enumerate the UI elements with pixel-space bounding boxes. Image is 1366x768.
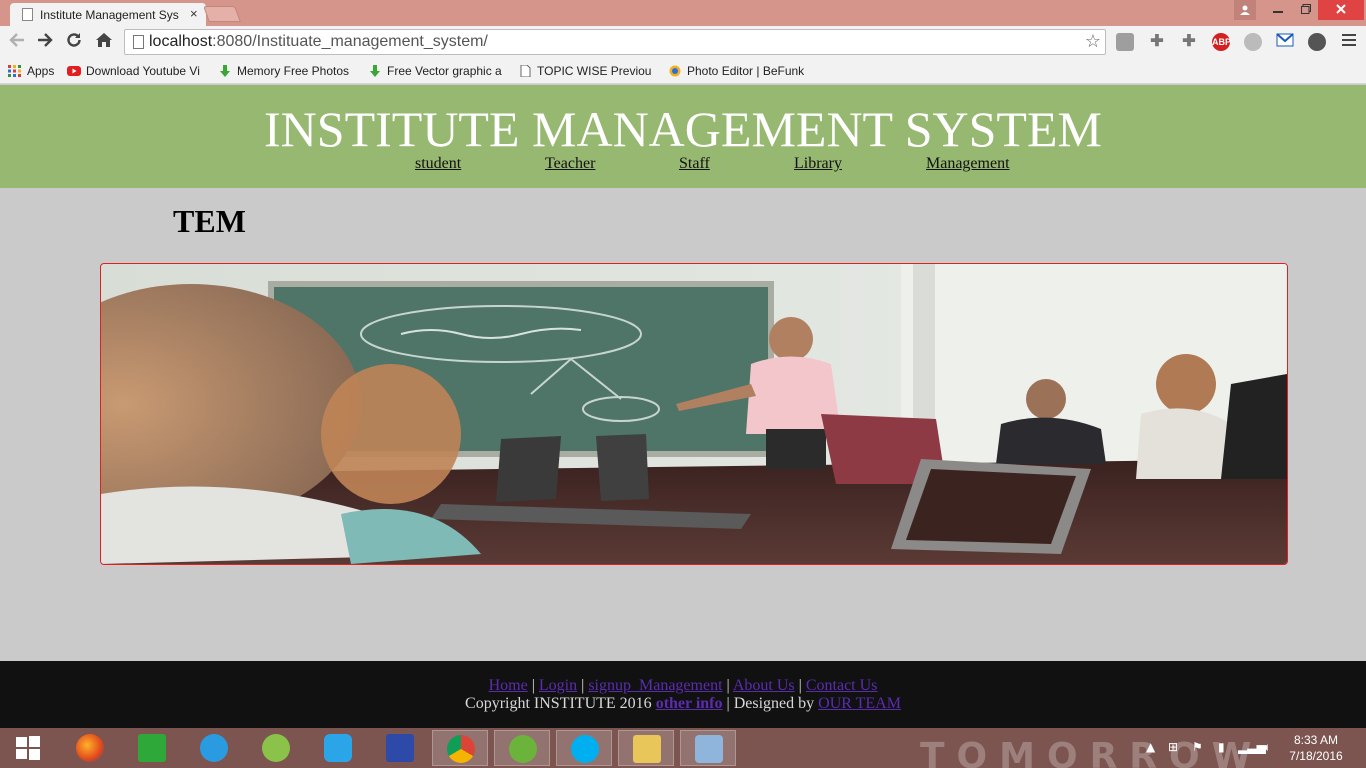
bookmark-youtube-download[interactable]: Download Youtube Vi [67,62,205,80]
footer-link-home[interactable]: Home [489,677,528,694]
clock-date: 7/18/2016 [1289,749,1343,763]
file-explorer-icon[interactable] [618,730,674,766]
page-favicon-icon [22,8,33,21]
taskbar-clock[interactable]: 8:33 AM 7/18/2016 [1280,732,1352,764]
befunky-icon [668,64,682,77]
puzzle-extension-icon[interactable]: ✚ [1148,33,1166,51]
forward-icon[interactable] [34,31,56,53]
start-button[interactable] [0,730,56,766]
footer-link-about-us[interactable]: About Us [733,677,795,694]
footer-link-contact-us[interactable]: Contact Us [806,677,878,694]
page-icon [133,35,144,49]
tray-flag-icon[interactable]: ⚑ [1192,740,1203,754]
site-title: INSTITUTE MANAGEMENT SYSTEM [264,101,1102,157]
new-tab-button[interactable] [203,6,241,22]
section-heading: TEM [173,203,246,239]
clock-time: 8:33 AM [1293,733,1339,747]
footer-links: Home | Login | signup_Management | About… [488,677,878,694]
ie-icon[interactable] [186,730,242,766]
reload-icon[interactable] [63,31,85,53]
circle-extension-icon[interactable] [1244,33,1262,51]
download-arrow-icon [218,64,232,77]
office-extension-icon[interactable] [1116,33,1134,51]
nav-link-library[interactable]: Library [794,155,842,173]
virtualbox-icon[interactable] [680,730,736,766]
windows-taskbar: TOMORROW ▲ ⊞ ⚑ ▮ ▂▃▅ 🔈︎ 8:33 AM 7/18/201… [0,728,1366,768]
chrome-menu-icon[interactable] [1338,31,1360,53]
restore-button[interactable] [1292,0,1320,20]
chrome-icon[interactable] [432,730,488,766]
page-icon [518,64,532,78]
back-icon[interactable] [6,31,28,53]
site-header: INSTITUTE MANAGEMENT SYSTEM student Teac… [0,85,1366,188]
devcpp-icon[interactable] [372,730,428,766]
bookmark-free-vector-graphics[interactable]: Free Vector graphic a [368,62,506,80]
url-text: localhost:8080/Instituate_management_sys… [149,33,488,50]
film-reel-extension-icon[interactable] [1308,33,1326,51]
footer-link-our-team[interactable]: OUR TEAM [818,695,901,712]
tray-network-icon[interactable]: ▂▃▅ [1238,740,1266,754]
youtube-icon [67,64,81,76]
footer-link-signup-management[interactable]: signup_Management [588,677,722,694]
bookmark-star-icon[interactable]: ☆ [1085,31,1101,52]
minimize-button[interactable] [1264,0,1292,20]
apps-grid-icon [8,64,22,77]
download-arrow-icon [368,64,382,77]
tray-windows-icon[interactable]: ⊞ [1168,740,1178,754]
puzzle-extension-icon[interactable]: ✚ [1180,33,1198,51]
footer-link-login[interactable]: Login [539,677,577,694]
tray-battery-icon[interactable]: ▮ [1218,740,1225,754]
tab-close-icon[interactable]: × [190,6,198,21]
store-icon[interactable] [124,730,180,766]
tray-overflow-icon[interactable]: ▲ [1146,740,1155,754]
close-window-button[interactable] [1318,0,1364,20]
wallpaper-watermark: TOMORROW [920,736,1264,768]
home-icon[interactable] [93,31,115,53]
hero-classroom-image [100,263,1288,565]
skype-icon[interactable] [556,730,612,766]
footer-link-other-info[interactable]: other info [656,695,723,712]
nav-link-management[interactable]: Management [926,155,1010,173]
bookmarks-bar: Apps Download Youtube Vi Memory Free Pho… [0,58,1366,84]
footer-copyright: Copyright INSTITUTE 2016 other info | De… [465,695,901,712]
user-profile-icon[interactable] [1234,0,1256,20]
browser-toolbar: localhost:8080/Instituate_management_sys… [0,26,1366,58]
shareit-icon[interactable] [310,730,366,766]
site-footer: Home | Login | signup_Management | About… [0,661,1366,728]
tray-volume-icon[interactable]: 🔈︎ [1264,740,1271,755]
tab-title: Institute Management Sys [40,8,179,22]
bookmark-photo-editor[interactable]: Photo Editor | BeFunk [668,62,804,80]
bookmark-memory-free-photos[interactable]: Memory Free Photos [218,62,356,80]
adblock-plus-icon[interactable]: ABP [1212,33,1231,51]
nav-link-student[interactable]: student [415,155,461,173]
browser-titlebar: Institute Management Sys × [0,0,1366,26]
utorrent-icon[interactable] [494,730,550,766]
nav-link-staff[interactable]: Staff [679,155,710,173]
nav-link-teacher[interactable]: Teacher [545,155,595,173]
browser-tab-active[interactable]: Institute Management Sys × [10,3,206,26]
gmail-icon[interactable] [1276,33,1294,51]
bookmark-apps[interactable]: Apps [8,62,60,80]
firefox-icon[interactable] [62,730,118,766]
android-studio-icon[interactable] [248,730,304,766]
address-bar[interactable]: localhost:8080/Instituate_management_sys… [124,29,1106,55]
bookmark-topic-wise[interactable]: TOPIC WISE Previous [518,62,652,80]
